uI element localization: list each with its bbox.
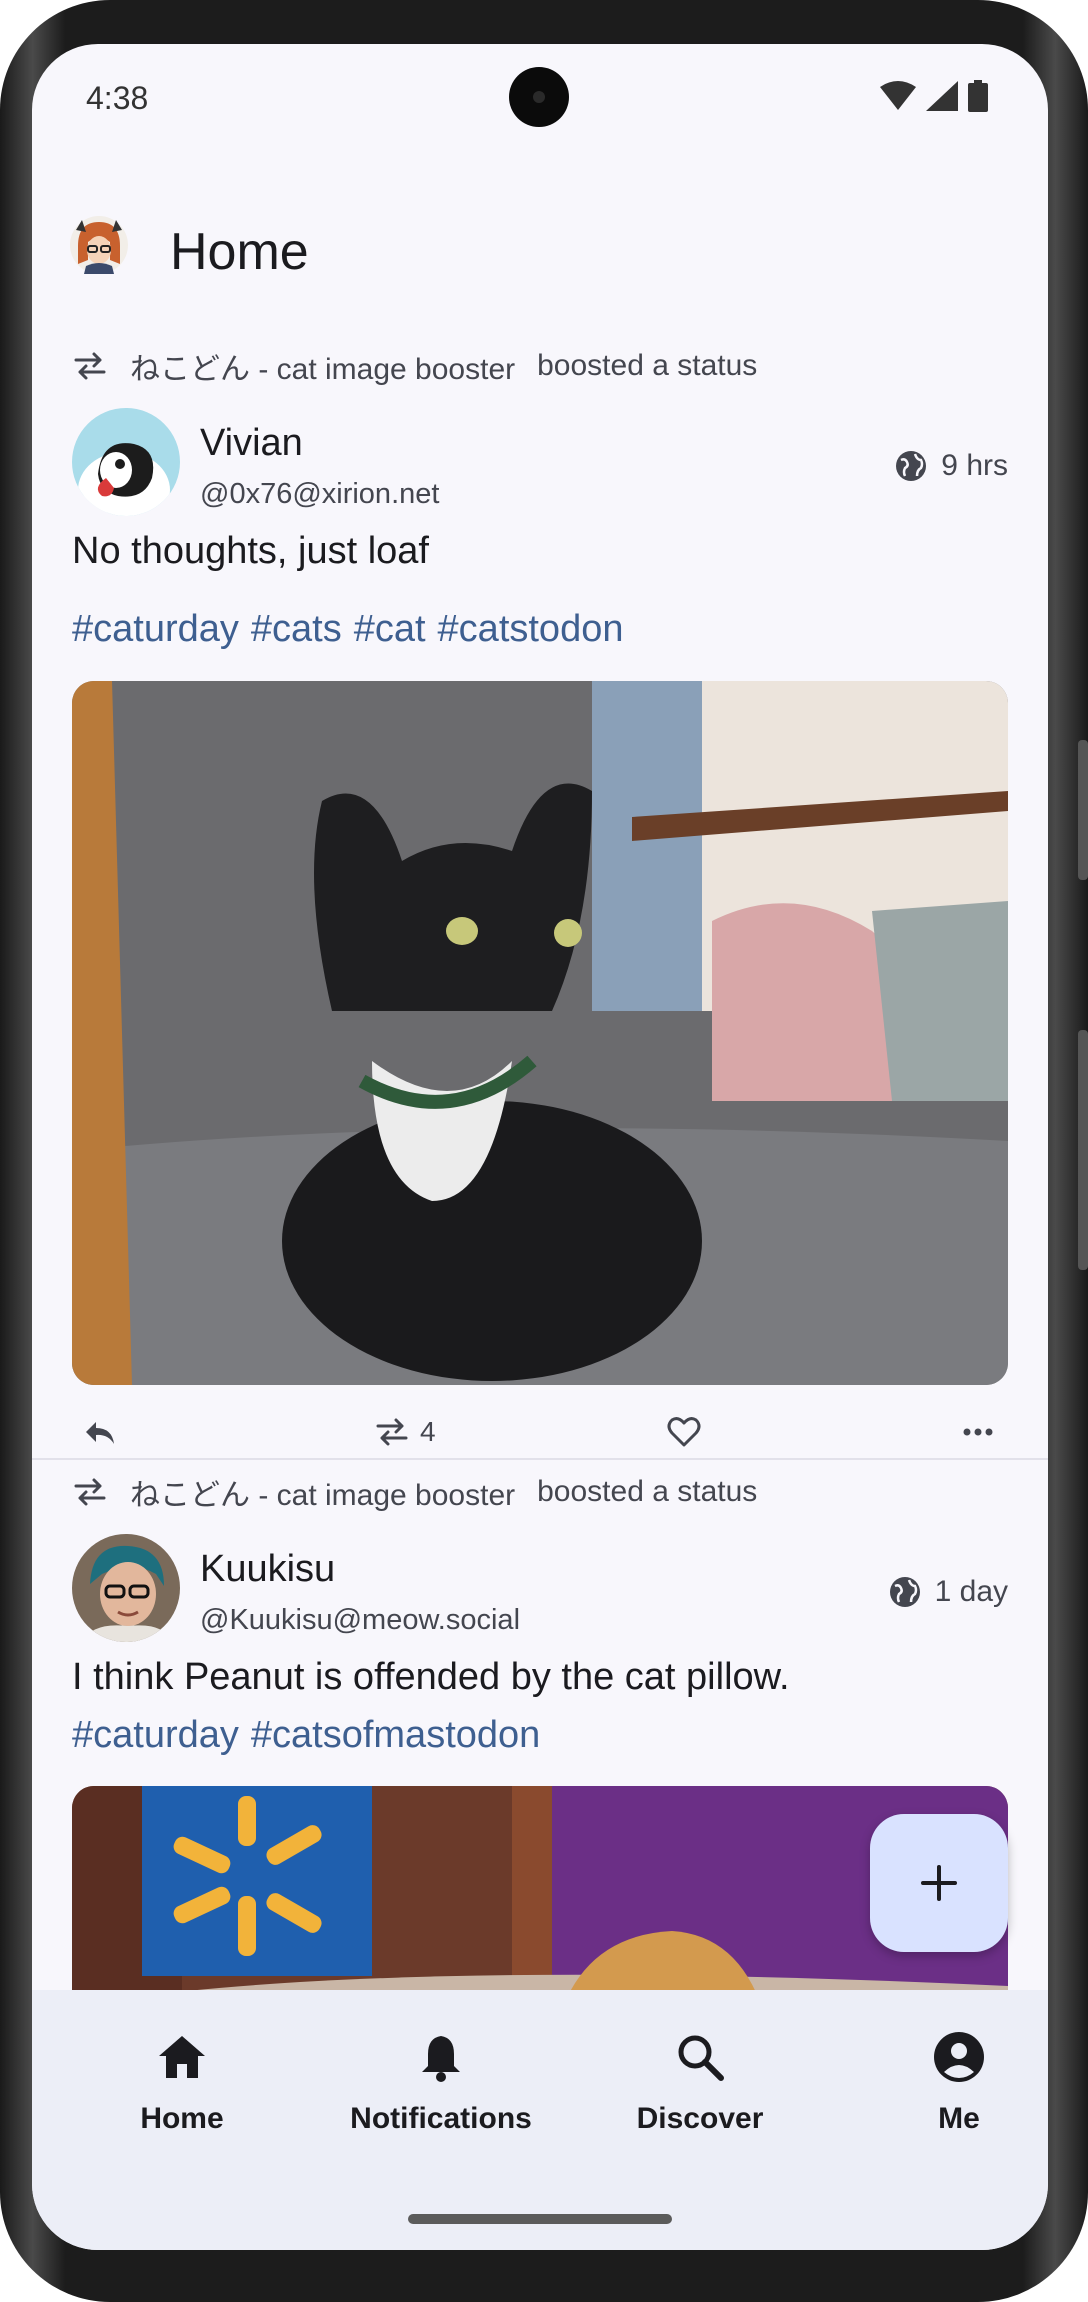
booster-name[interactable]: ねこどん - cat image booster <box>130 1470 515 1514</box>
hashtag-link[interactable]: #caturday <box>72 608 239 650</box>
author-handle[interactable]: @0x76@xirion.net <box>200 478 439 511</box>
hashtag-link[interactable]: #cat <box>354 608 426 650</box>
phone-side-button <box>1078 740 1088 880</box>
bell-icon <box>422 2036 460 2082</box>
nav-home-label: Home <box>140 2102 224 2135</box>
author-handle[interactable]: @Kuukisu@meow.social <box>200 1604 520 1637</box>
page-title: Home <box>170 223 309 281</box>
bottom-navigation: Home Notifications Discover Me <box>32 1990 1048 2250</box>
post-timestamp[interactable]: 1 day <box>889 1575 1008 1609</box>
wifi-icon <box>880 81 916 110</box>
author-display-name[interactable]: Vivian <box>200 422 303 465</box>
hashtag-list: #caturday #cats #cat #catstodon <box>72 608 635 651</box>
nav-me-label: Me <box>938 2102 980 2135</box>
reply-icon <box>86 1422 114 1444</box>
screen: 4:38 Home ねこどん - cat image booster boost… <box>32 44 1048 2250</box>
nav-notifications-label: Notifications <box>350 2102 532 2135</box>
hashtag-link[interactable]: #cats <box>251 608 342 650</box>
nav-home[interactable]: Home <box>62 2030 302 2136</box>
boost-button[interactable]: 4 <box>374 1414 436 1450</box>
boost-action-text: boosted a status <box>537 349 758 382</box>
booster-name[interactable]: ねこどん - cat image booster <box>130 344 515 388</box>
author-display-name[interactable]: Kuukisu <box>200 1548 335 1591</box>
boost-icon <box>376 1418 408 1446</box>
nav-discover[interactable]: Discover <box>580 2030 820 2136</box>
post-actions: 4 <box>32 1404 1048 1464</box>
post-content: I think Peanut is offended by the cat pi… <box>72 1656 790 1698</box>
more-icon <box>963 1428 993 1436</box>
author-avatar[interactable] <box>72 408 180 516</box>
heart-icon <box>667 1417 701 1447</box>
hashtag-link[interactable]: #catsofmastodon <box>251 1714 540 1756</box>
post-image[interactable] <box>72 681 1008 1385</box>
reply-button[interactable] <box>82 1414 118 1450</box>
front-camera <box>509 67 569 127</box>
boost-indicator: ねこどん - cat image booster boosted a statu… <box>72 346 757 386</box>
favourite-button[interactable] <box>666 1414 702 1450</box>
author-avatar[interactable] <box>72 1534 180 1642</box>
status-icons <box>880 80 988 112</box>
hashtag-link[interactable]: #catstodon <box>438 608 624 650</box>
hashtag-list: #caturday #catsofmastodon <box>72 1714 552 1757</box>
phone-side-button <box>1078 1030 1088 1270</box>
my-account-avatar[interactable] <box>70 216 128 274</box>
post-timestamp[interactable]: 9 hrs <box>895 449 1008 483</box>
account-icon <box>934 2032 984 2082</box>
post-content: No thoughts, just loaf <box>72 530 429 572</box>
top-app-bar: Home <box>32 184 1048 294</box>
hashtag-link[interactable]: #caturday <box>72 1714 239 1756</box>
battery-icon <box>968 80 988 112</box>
signal-icon <box>926 81 958 111</box>
home-icon <box>159 2036 205 2078</box>
home-indicator[interactable] <box>408 2214 672 2224</box>
post-time-text: 9 hrs <box>941 449 1008 482</box>
post-divider <box>32 1458 1048 1460</box>
nav-notifications[interactable]: Notifications <box>321 2030 561 2136</box>
nav-discover-label: Discover <box>636 2102 764 2135</box>
status-bar: 4:38 <box>32 44 1048 148</box>
compose-button[interactable] <box>870 1814 1008 1952</box>
status-clock: 4:38 <box>86 80 149 116</box>
post-time-text: 1 day <box>934 1575 1008 1608</box>
boost-count: 4 <box>420 1416 436 1447</box>
search-icon <box>678 2035 724 2081</box>
more-options-button[interactable] <box>960 1414 996 1450</box>
boost-icon <box>74 352 106 380</box>
globe-icon <box>889 1577 920 1607</box>
boost-action-text: boosted a status <box>537 1475 758 1508</box>
globe-icon <box>896 451 927 481</box>
nav-me[interactable]: Me <box>839 2030 1048 2136</box>
boost-indicator: ねこどん - cat image booster boosted a statu… <box>72 1472 757 1512</box>
boost-icon <box>74 1478 106 1506</box>
plus-icon <box>921 1865 957 1901</box>
